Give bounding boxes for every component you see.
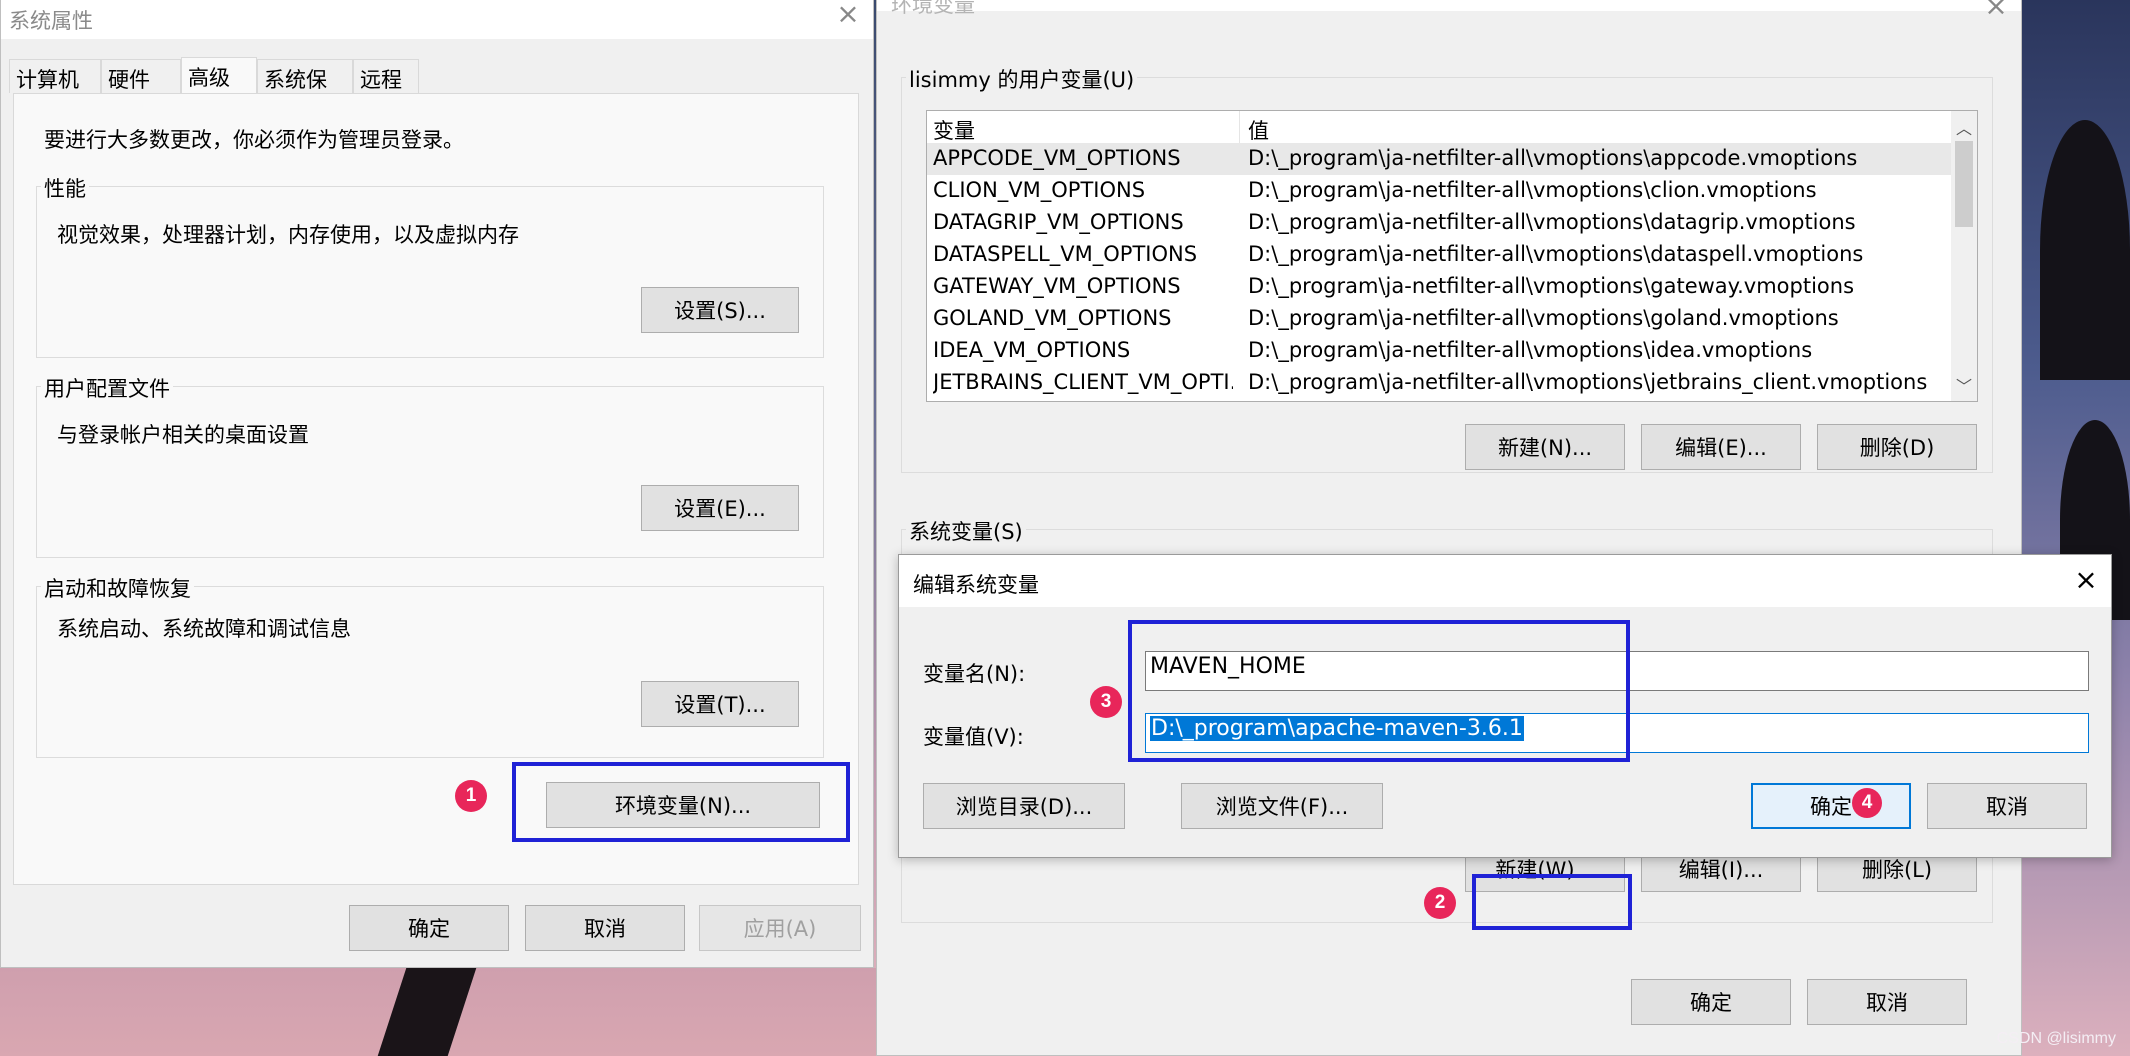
group-label: 启动和故障恢复 (41, 573, 194, 603)
variable-name-cell: CLION_VM_OPTIONS (933, 178, 1146, 202)
user-variables-list[interactable]: 变量 值 APPCODE_VM_OPTIONS D:\_program\ja-ne… (926, 110, 1978, 402)
table-row[interactable]: DATAGRIP_VM_OPTIONS D:\_program\ja-netfil… (927, 207, 1951, 239)
startup-settings-button[interactable]: 设置(T)... (641, 681, 799, 727)
step-badge-3: 3 (1090, 686, 1122, 718)
tab-computer-name[interactable]: 计算机名 (9, 59, 101, 122)
highlight-variable-fields (1128, 620, 1630, 762)
startup-recovery-group: 启动和故障恢复 系统启动、系统故障和调试信息 设置(T)... (36, 573, 824, 758)
group-label: 性能 (41, 173, 89, 203)
close-icon[interactable]: × (2073, 566, 2099, 594)
table-row[interactable]: DATASPELL_VM_OPTIONS D:\_program\ja-netfi… (927, 239, 1951, 271)
column-header-variable[interactable]: 变量 (933, 115, 1233, 145)
variable-value-cell: D:\_program\ja-netfilter-all\vmoptions\i… (1248, 338, 1813, 362)
highlight-system-new-button (1472, 874, 1632, 930)
group-label: lisimmy 的用户变量(U) (906, 64, 1138, 94)
variable-value-cell: D:\_program\ja-netfilter-all\vmoptions\c… (1248, 178, 1817, 202)
variable-name-cell: APPCODE_VM_OPTIONS (933, 146, 1181, 170)
group-description: 视觉效果，处理器计划，内存使用，以及虚拟内存 (57, 223, 519, 247)
performance-settings-button[interactable]: 设置(S)... (641, 287, 799, 333)
title-bar: 编辑系统变量 × (899, 555, 2111, 607)
step-badge-2: 2 (1424, 887, 1456, 919)
title-bar: 环境变量 × (877, 0, 2021, 20)
tab-system-protection[interactable]: 系统保护 (257, 59, 353, 122)
scroll-down-icon[interactable]: ﹀ (1951, 373, 1977, 397)
variable-name-cell: JETBRAINS_CLIENT_VM_OPTI... (933, 370, 1233, 394)
variable-value-cell: D:\_program\ja-netfilter-all\vmoptions\d… (1248, 242, 1864, 266)
column-divider[interactable] (1239, 111, 1240, 143)
list-header: 变量 值 (927, 111, 1951, 144)
ok-button[interactable]: 确定 (1751, 783, 1911, 829)
variable-value-cell: D:\_program\ja-netfilter-all\vmoptions\d… (1248, 210, 1856, 234)
user-variables-group: lisimmy 的用户变量(U) 变量 值 APPCODE_VM_OPTIONS… (901, 64, 1993, 473)
admin-note: 要进行大多数更改，你必须作为管理员登录。 (44, 128, 464, 152)
close-icon[interactable]: × (1983, 0, 2009, 20)
table-row[interactable]: JETBRAINS_CLIENT_VM_OPTI... D:\_program\j… (927, 367, 1951, 399)
tab-advanced[interactable]: 高级 (181, 57, 257, 95)
group-description: 系统启动、系统故障和调试信息 (57, 617, 351, 641)
table-row[interactable]: GOLAND_VM_OPTIONS D:\_program\ja-netfilte… (927, 303, 1951, 335)
variable-name-cell: DATAGRIP_VM_OPTIONS (933, 210, 1184, 234)
table-row[interactable]: CLION_VM_OPTIONS D:\_program\ja-netfilter… (927, 175, 1951, 207)
variable-name-cell: GATEWAY_VM_OPTIONS (933, 274, 1181, 298)
browse-directory-button[interactable]: 浏览目录(D)... (923, 783, 1125, 829)
dialog-title: 编辑系统变量 (913, 573, 1039, 597)
user-delete-button[interactable]: 删除(D) (1817, 424, 1977, 470)
group-description: 与登录帐户相关的桌面设置 (57, 423, 309, 447)
scroll-thumb[interactable] (1955, 141, 1973, 227)
apply-button[interactable]: 应用(A) (699, 905, 861, 951)
ok-button[interactable]: 确定 (1631, 979, 1791, 1025)
variable-name-cell: IDEA_VM_OPTIONS (933, 338, 1131, 362)
window-title: 环境变量 (891, 0, 975, 17)
tab-remote[interactable]: 远程 (353, 59, 419, 93)
title-bar: 系统属性 × (1, 0, 873, 39)
variable-value-cell: D:\_program\ja-netfilter-all\vmoptions\a… (1248, 146, 1858, 170)
window-title: 系统属性 (9, 9, 93, 33)
vertical-scrollbar[interactable]: ︿ ﹀ (1951, 111, 1977, 401)
variable-value-cell: D:\_program\ja-netfilter-all\vmoptions\g… (1248, 306, 1839, 330)
variable-value-cell: D:\_program\ja-netfilter-all\vmoptions\g… (1248, 274, 1855, 298)
profile-settings-button[interactable]: 设置(E)... (641, 485, 799, 531)
step-badge-4: 4 (1852, 788, 1882, 818)
user-new-button[interactable]: 新建(N)... (1465, 424, 1625, 470)
user-edit-button[interactable]: 编辑(E)... (1641, 424, 1801, 470)
cancel-button[interactable]: 取消 (1927, 783, 2087, 829)
scroll-up-icon[interactable]: ︿ (1951, 115, 1977, 139)
group-label: 系统变量(S) (906, 516, 1026, 546)
close-icon[interactable]: × (835, 0, 861, 28)
palm-silhouette (2040, 120, 2130, 380)
group-label: 用户配置文件 (41, 373, 173, 403)
variable-value-cell: D:\_program\ja-netfilter-all\vmoptions\j… (1248, 370, 1928, 394)
variable-name-cell: DATASPELL_VM_OPTIONS (933, 242, 1198, 266)
browse-file-button[interactable]: 浏览文件(F)... (1181, 783, 1383, 829)
column-header-value[interactable]: 值 (1248, 115, 1269, 145)
performance-group: 性能 视觉效果，处理器计划，内存使用，以及虚拟内存 设置(S)... (36, 173, 824, 358)
step-badge-1: 1 (455, 780, 487, 812)
table-row[interactable]: GATEWAY_VM_OPTIONS D:\_program\ja-netfilt… (927, 271, 1951, 303)
table-row[interactable]: APPCODE_VM_OPTIONS D:\_program\ja-netfilt… (927, 143, 1951, 175)
cancel-button[interactable]: 取消 (1807, 979, 1967, 1025)
tab-hardware[interactable]: 硬件 (101, 59, 181, 93)
variable-name-label: 变量名(N): (923, 662, 1026, 686)
table-row[interactable]: IDEA_VM_OPTIONS D:\_program\ja-netfilter-… (927, 335, 1951, 367)
variable-name-cell: GOLAND_VM_OPTIONS (933, 306, 1172, 330)
variable-value-label: 变量值(V): (923, 725, 1024, 749)
user-profiles-group: 用户配置文件 与登录帐户相关的桌面设置 设置(E)... (36, 373, 824, 558)
cancel-button[interactable]: 取消 (525, 905, 685, 951)
highlight-env-button (512, 762, 850, 842)
ok-button[interactable]: 确定 (349, 905, 509, 951)
watermark: CSDN @lisimmy (1996, 1030, 2116, 1047)
